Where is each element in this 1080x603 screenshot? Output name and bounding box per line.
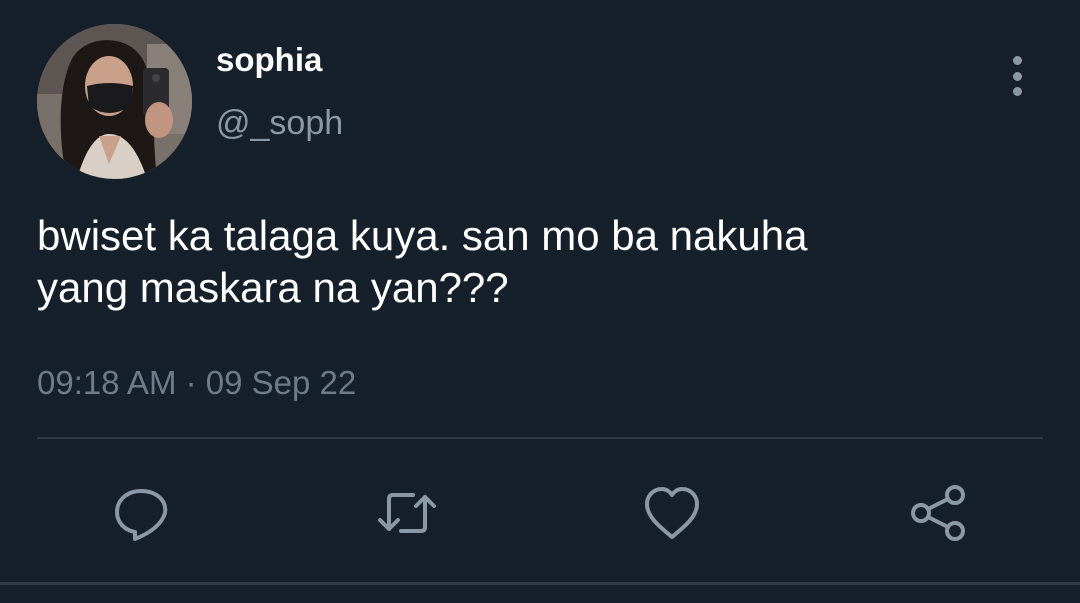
comment-bubble-icon [115,489,168,541]
tweet-text: bwiset ka talaga kuya. san mo ba nakuha … [37,210,997,314]
avatar[interactable] [37,24,192,179]
like-button[interactable] [641,482,703,544]
share-button[interactable] [908,482,970,544]
tweet-text-line-1: bwiset ka talaga kuya. san mo ba nakuha [37,212,808,259]
bottom-divider [0,582,1080,585]
display-name[interactable]: sophia [216,40,322,80]
profile-photo [37,24,192,179]
user-handle[interactable]: @_soph [216,103,343,143]
retweet-arrows-icon [378,493,436,533]
divider [37,437,1043,439]
retweet-button[interactable] [376,482,438,544]
tweet-timestamp[interactable]: 09:18 AM · 09 Sep 22 [37,363,356,403]
heart-icon [645,487,699,539]
vertical-dots-icon [1012,56,1022,65]
reply-button[interactable] [110,482,172,544]
more-options-button[interactable] [1000,54,1034,98]
share-nodes-icon [911,485,965,541]
tweet-text-line-2: yang maskara na yan??? [37,264,509,311]
